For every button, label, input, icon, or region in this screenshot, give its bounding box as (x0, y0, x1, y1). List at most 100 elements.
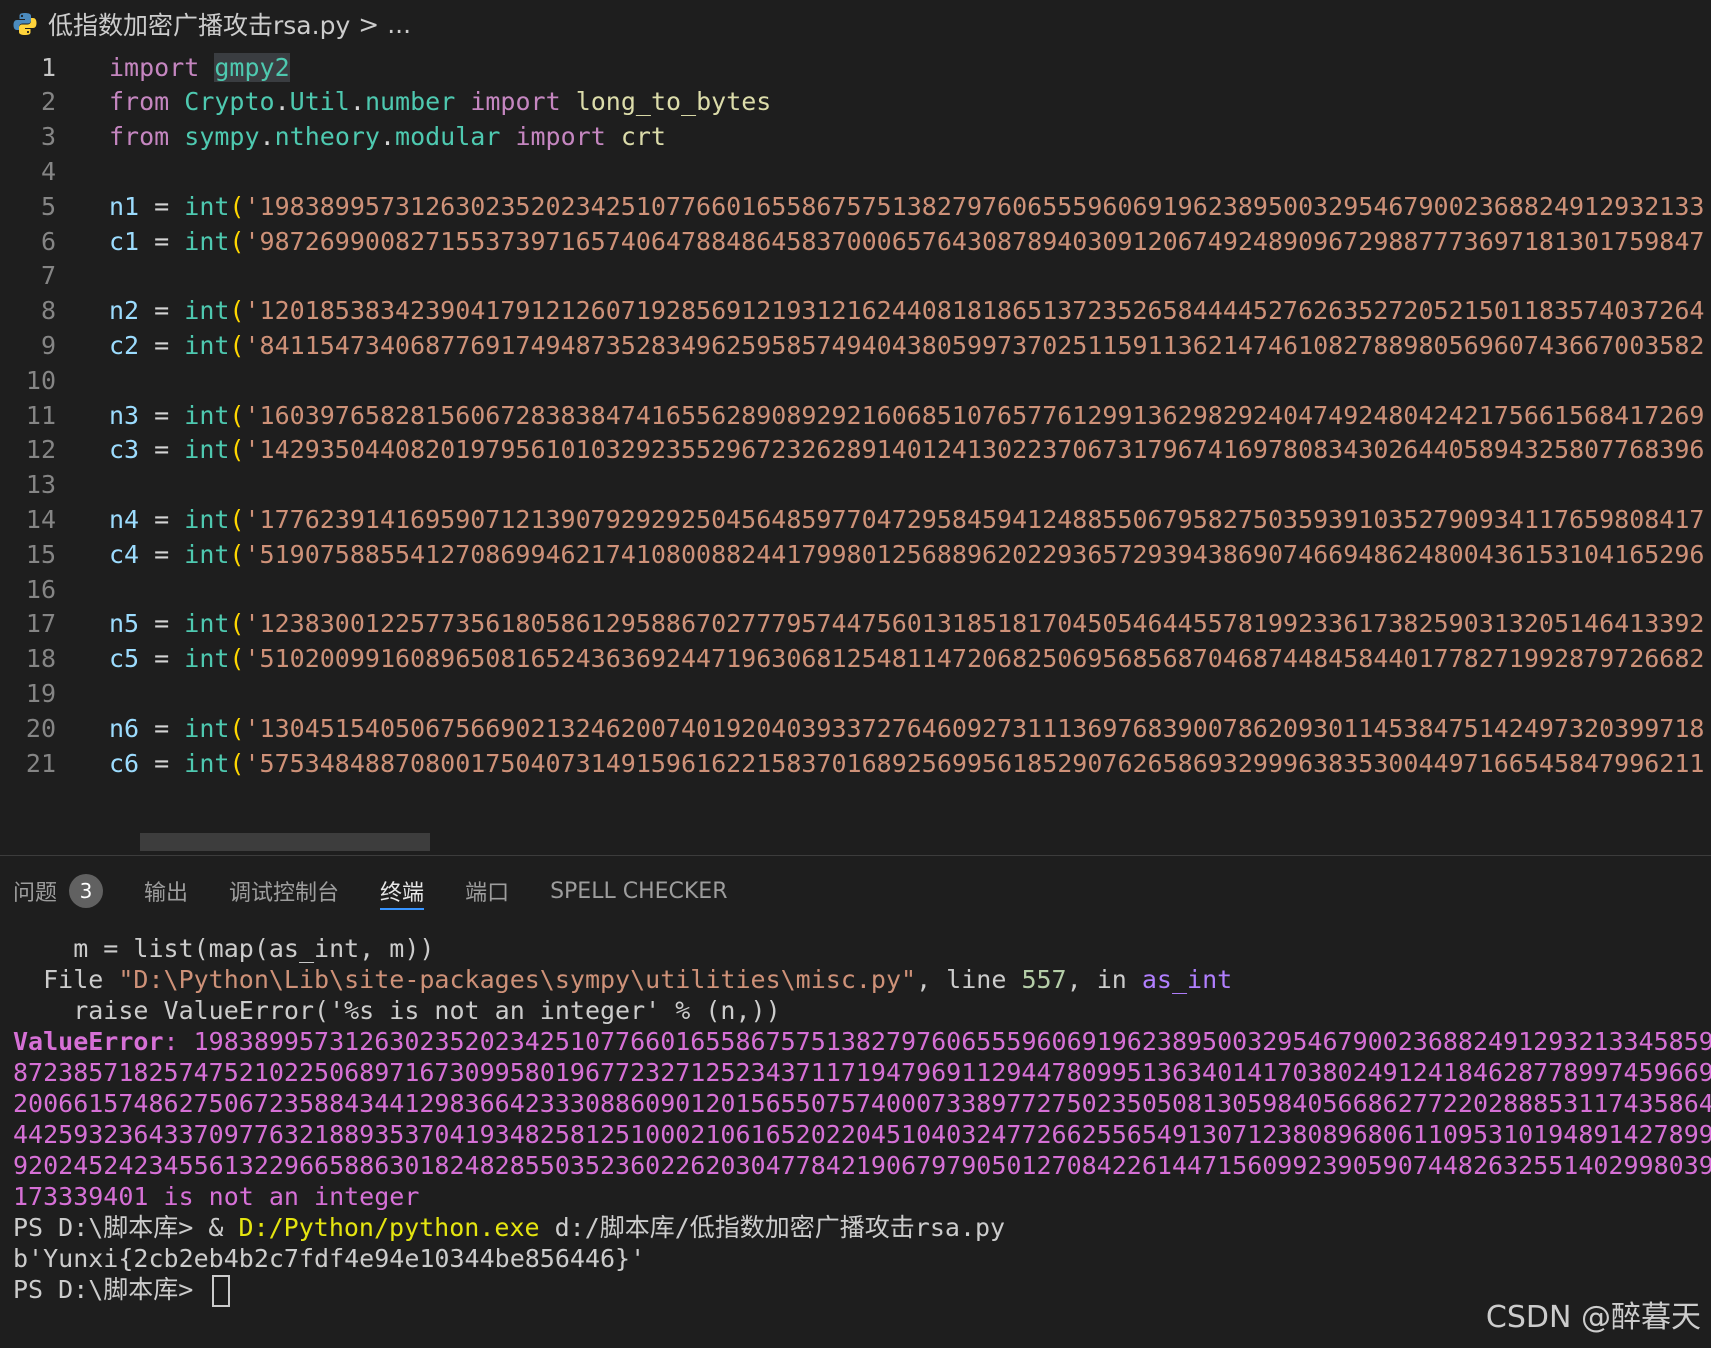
code-line[interactable]: 14 n4 = int('1776239141695907121390792929… (0, 500, 1711, 538)
code-token: import (109, 52, 200, 82)
code-line[interactable]: 15 c4 = int('5190758855412708699462174108… (0, 535, 1711, 573)
code-token: '198389957312630235202342510776601655867… (244, 191, 1705, 221)
code-token: int (184, 330, 230, 360)
tab-0[interactable]: 问题 3 (13, 860, 104, 922)
tab-3[interactable]: 终端 (380, 860, 425, 922)
terminal-text: 557 (1021, 965, 1067, 994)
code-text: c5 = int('510200991608965081652436369244… (109, 644, 1704, 673)
tab-2[interactable]: 调试控制台 (229, 860, 339, 922)
terminal-text: 4425932364337097763218893537041934825812… (13, 1120, 1711, 1149)
code-text: n4 = int('177623914169590712139079292925… (109, 505, 1704, 534)
terminal-text: b'Yunxi{2cb2eb4b2c7fdf4e94e10344be856446… (13, 1244, 646, 1273)
code-token: = (139, 644, 185, 674)
code-line[interactable]: 16 (0, 570, 1711, 608)
terminal-line: 2006615748627506723588434412983664233308… (13, 1087, 1711, 1121)
code-line[interactable]: 12 c3 = int('1429350440820197956101032923… (0, 431, 1711, 469)
code-token: int (184, 504, 230, 534)
code-token: c4 (109, 539, 140, 569)
line-number: 15 (25, 539, 56, 569)
code-token: = (139, 191, 185, 221)
code-token: . (349, 87, 365, 117)
code-line[interactable]: 9 c2 = int('84115473406877691749487352834… (0, 326, 1711, 364)
code-token: '142935044082019795610103292355296723262… (244, 435, 1705, 465)
code-line[interactable]: 2 from Crypto.Util.number import long_to_… (0, 83, 1711, 121)
code-token: = (139, 226, 185, 256)
code-line[interactable]: 10 (0, 361, 1711, 399)
terminal-text: "D:\Python\Lib\site-packages\sympy\utili… (118, 965, 917, 994)
code-line[interactable]: 17 n5 = int('1238300122577356180586129588… (0, 605, 1711, 643)
breadcrumb-file[interactable]: 低指数加密广播攻击rsa.py (48, 6, 350, 42)
line-number: 2 (40, 87, 56, 117)
code-line[interactable]: 4 (0, 152, 1711, 190)
horizontal-scrollbar[interactable] (140, 833, 430, 851)
code-token: int (184, 191, 230, 221)
line-number: 3 (40, 122, 56, 152)
code-line[interactable]: 3 from sympy.ntheory.modular import crt (0, 118, 1711, 156)
tab-label: 终端 (380, 881, 425, 906)
code-text: c2 = int('841154734068776917494873528349… (109, 331, 1704, 360)
line-number: 11 (25, 400, 56, 430)
code-token: = (139, 609, 185, 639)
line-number: 19 (25, 678, 56, 708)
code-token: n1 (109, 191, 140, 221)
code-line[interactable]: 19 (0, 674, 1711, 712)
code-token: int (184, 296, 230, 326)
code-line[interactable]: 18 c5 = int('5102009916089650816524363692… (0, 640, 1711, 678)
terminal-text: 9202452423455613229665886301824828550352… (13, 1151, 1711, 1180)
code-token: . (274, 87, 290, 117)
panel-tabs: 问题 3 输出 调试控制台 终端 端口 SPELL CHECKER (0, 860, 1711, 922)
code-token: long_to_bytes (575, 87, 772, 117)
code-line[interactable]: 21 c6 = int('5753484887080017504073149159… (0, 744, 1711, 782)
code-token: = (139, 748, 185, 778)
code-token: ( (229, 296, 245, 326)
code-token: n6 (109, 713, 140, 743)
terminal-text: as_int (1141, 965, 1233, 994)
code-token: '120185383423904179121260719285691219312… (244, 296, 1705, 326)
terminal-line: raise ValueError('%s is not an integer' … (13, 994, 781, 1028)
code-line[interactable]: 11 n3 = int('1603976582815606728383847416… (0, 396, 1711, 434)
terminal[interactable]: m = list(map(as_int, m)) File "D:\Python… (0, 932, 1711, 1348)
tab-label: 输出 (144, 881, 189, 906)
terminal-text: D:/Python/python.exe (238, 1213, 540, 1242)
code-token: int (184, 435, 230, 465)
code-line[interactable]: 6 c1 = int('98726990082715537397165740647… (0, 222, 1711, 260)
code-token: '123830012257735618058612958867027779574… (244, 609, 1705, 639)
terminal-line: PS D:\脚本库> & D:/Python/python.exe d:/脚本库… (13, 1211, 1005, 1245)
code-token: '510200991608965081652436369244719630681… (244, 644, 1705, 674)
code-line[interactable]: 7 (0, 257, 1711, 295)
code-token: import (470, 87, 561, 117)
terminal-text: PS D:\脚本库> (13, 1275, 209, 1304)
line-number: 13 (25, 470, 56, 500)
terminal-line: m = list(map(as_int, m)) (13, 932, 434, 966)
terminal-text: ValueError (13, 1027, 164, 1056)
code-line[interactable]: 5 n1 = int('19838995731263023520234251077… (0, 187, 1711, 225)
code-token: ( (229, 748, 245, 778)
code-editor[interactable]: 1 import gmpy2 2 from Crypto.Util.number im… (0, 48, 1711, 855)
code-text: from sympy.ntheory.modular import crt (109, 122, 666, 151)
code-line[interactable]: 20 n6 = int('1304515405067566902132462007… (0, 709, 1711, 747)
code-token: . (259, 122, 275, 152)
line-number: 4 (40, 156, 56, 186)
line-number: 20 (25, 713, 56, 743)
line-number: 14 (25, 504, 56, 534)
code-token: int (184, 644, 230, 674)
code-token: ( (229, 504, 245, 534)
code-line[interactable]: 8 n2 = int('12018538342390417912126071928… (0, 292, 1711, 330)
code-token: ( (229, 539, 245, 569)
line-number: 21 (25, 748, 56, 778)
terminal-text: raise ValueError('%s is not an integer' … (13, 996, 781, 1025)
tab-5[interactable]: SPELL CHECKER (550, 860, 727, 922)
tab-4[interactable]: 端口 (465, 860, 509, 922)
code-line[interactable]: 13 (0, 466, 1711, 504)
line-number: 12 (25, 435, 56, 465)
breadcrumb-more[interactable]: ... (387, 10, 411, 39)
code-token: c2 (109, 330, 140, 360)
code-token: = (139, 539, 185, 569)
tab-1[interactable]: 输出 (144, 860, 188, 922)
code-line[interactable]: 1 import gmpy2 (0, 48, 1711, 86)
code-token: gmpy2 (214, 52, 290, 82)
code-token: ( (229, 644, 245, 674)
